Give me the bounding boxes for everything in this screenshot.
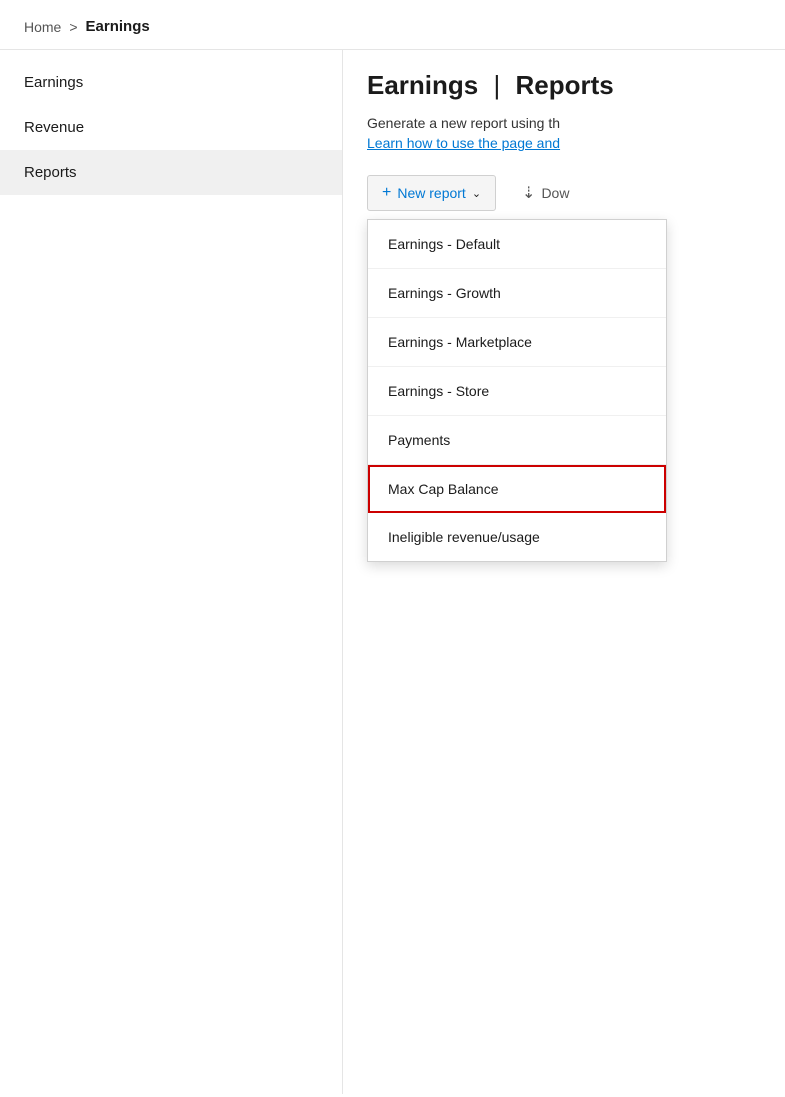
sidebar-item-revenue-label: Revenue (24, 119, 84, 136)
dropdown-item-ineligible-revenue[interactable]: Ineligible revenue/usage (368, 513, 666, 561)
content-area: Earnings | Reports Generate a new report… (343, 50, 785, 1094)
sidebar-item-reports[interactable]: Reports (0, 150, 342, 195)
dropdown-item-earnings-marketplace-label: Earnings - Marketplace (388, 334, 532, 350)
plus-icon: + (382, 184, 391, 202)
new-report-dropdown: Earnings - Default Earnings - Growth Ear… (367, 219, 667, 562)
new-report-label: New report (397, 185, 465, 201)
dropdown-item-max-cap-balance[interactable]: Max Cap Balance (368, 465, 666, 513)
breadcrumb-separator: > (69, 19, 77, 35)
dropdown-item-earnings-default-label: Earnings - Default (388, 236, 500, 252)
sidebar-item-earnings-label: Earnings (24, 74, 83, 91)
dropdown-item-earnings-marketplace[interactable]: Earnings - Marketplace (368, 318, 666, 367)
chevron-down-icon: ⌄ (472, 187, 481, 200)
breadcrumb-current: Earnings (86, 18, 150, 35)
download-button[interactable]: ⇣ Dow (508, 175, 583, 211)
download-label: Dow (541, 185, 569, 201)
main-layout: Earnings Revenue Reports Earnings | Repo… (0, 50, 785, 1094)
toolbar: + New report ⌄ ⇣ Dow Earnings - Default … (367, 175, 761, 211)
dropdown-item-earnings-growth-label: Earnings - Growth (388, 285, 501, 301)
page-title: Earnings | Reports (367, 70, 761, 101)
sidebar-item-earnings[interactable]: Earnings (0, 60, 342, 105)
dropdown-item-ineligible-revenue-label: Ineligible revenue/usage (388, 529, 540, 545)
dropdown-item-earnings-growth[interactable]: Earnings - Growth (368, 269, 666, 318)
dropdown-item-earnings-store[interactable]: Earnings - Store (368, 367, 666, 416)
dropdown-item-earnings-default[interactable]: Earnings - Default (368, 220, 666, 269)
sidebar-item-revenue[interactable]: Revenue (0, 105, 342, 150)
learn-link[interactable]: Learn how to use the page and (367, 135, 560, 151)
dropdown-item-max-cap-balance-label: Max Cap Balance (388, 481, 499, 497)
description-text: Generate a new report using th (367, 115, 761, 131)
breadcrumb: Home > Earnings (0, 0, 785, 50)
download-icon: ⇣ (522, 183, 535, 203)
dropdown-item-earnings-store-label: Earnings - Store (388, 383, 489, 399)
sidebar: Earnings Revenue Reports (0, 50, 343, 1094)
new-report-button[interactable]: + New report ⌄ (367, 175, 496, 211)
page-title-part1: Earnings (367, 70, 478, 100)
dropdown-item-payments-label: Payments (388, 432, 450, 448)
page-title-part2: Reports (515, 70, 613, 100)
breadcrumb-home[interactable]: Home (24, 19, 61, 35)
dropdown-item-payments[interactable]: Payments (368, 416, 666, 465)
sidebar-item-reports-label: Reports (24, 164, 77, 181)
page-title-separator: | (493, 70, 500, 100)
